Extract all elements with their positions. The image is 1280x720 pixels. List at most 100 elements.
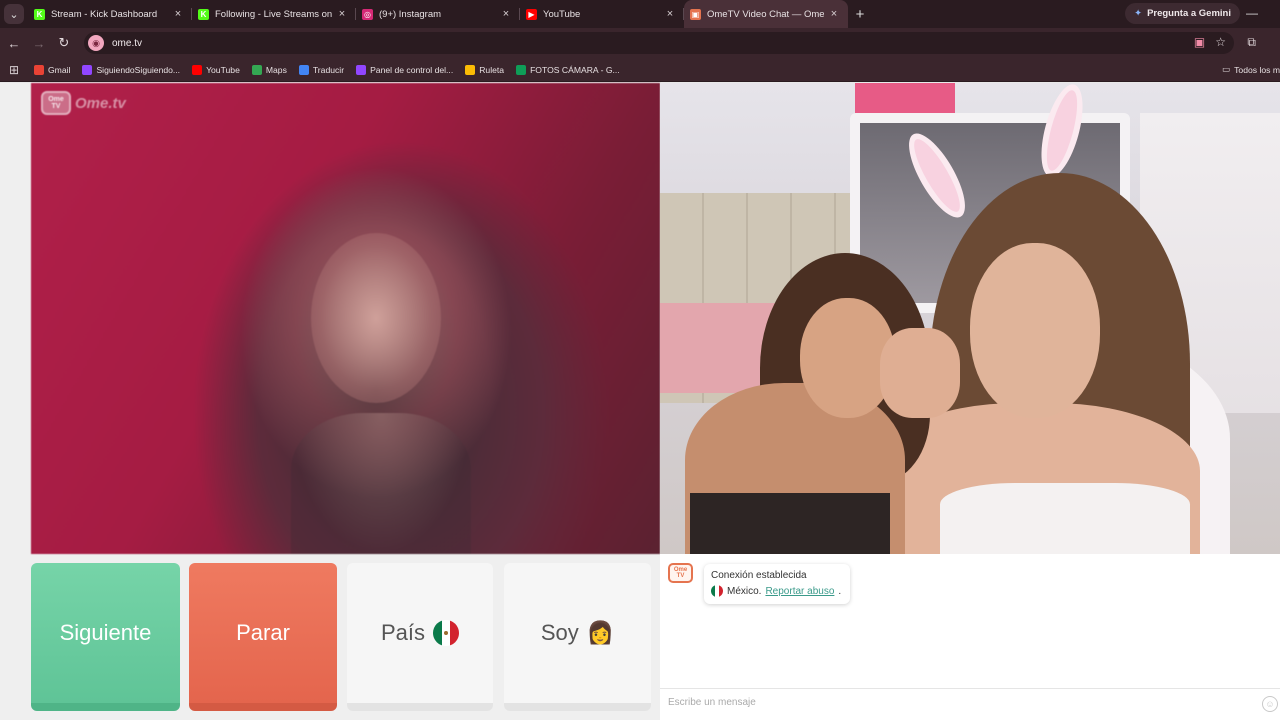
bookmark-item[interactable]: Gmail	[28, 64, 76, 75]
connection-message: Conexión establecida México. Reportar ab…	[704, 564, 850, 604]
room-sign	[855, 83, 955, 113]
back-icon[interactable]: ←	[3, 32, 25, 54]
tab-strip: ⌄ K Stream - Kick Dashboard × K Following - …	[0, 0, 1280, 28]
bookmark-label: Panel de control del...	[370, 64, 454, 75]
browser-tab[interactable]: ▣ OmeTV Video Chat — Omegle ×	[684, 0, 848, 28]
bookmark-favicon-icon	[192, 64, 203, 75]
ometv-icon: ▣	[690, 8, 701, 20]
tab-close-icon[interactable]: ×	[336, 8, 348, 20]
report-period: .	[838, 585, 842, 597]
country-filter-button[interactable]: País	[347, 563, 493, 711]
partner-country: México.	[727, 585, 762, 597]
gemini-label: Pregunta a Gemini	[1147, 8, 1231, 19]
stop-button[interactable]: Parar	[189, 563, 337, 711]
bookmark-item[interactable]: YouTube	[186, 64, 246, 75]
tab-title: Stream - Kick Dashboard	[51, 8, 158, 20]
forward-icon[interactable]: →	[28, 32, 50, 54]
apps-grid-icon[interactable]: ⊞	[0, 63, 28, 77]
bookmark-label: FOTOS CÁMARA - G...	[530, 64, 620, 75]
stop-button-label: Parar	[236, 620, 290, 645]
emoji-icon[interactable]: ☺	[1262, 696, 1278, 712]
cast-icon[interactable]: ▣	[1194, 35, 1205, 49]
video-blur-body	[291, 413, 471, 554]
ometv-logo: Ome TV Ome.tv	[41, 91, 126, 115]
all-bookmarks-label: Todos los m	[1234, 64, 1280, 75]
report-abuse-link[interactable]: Reportar abuso	[765, 586, 834, 597]
bookmarks-bar: ⊞ Gmail SiguiendoSiguiendo... YouTube Maps T…	[0, 58, 1280, 82]
kick-icon: K	[34, 8, 45, 20]
kick-icon: K	[198, 8, 209, 20]
browser-tab[interactable]: K Stream - Kick Dashboard ×	[28, 0, 192, 28]
chat-panel: Ome TV Conexión establecida México. Repor…	[660, 554, 1280, 720]
bookmark-label: YouTube	[206, 64, 240, 75]
bookmark-label: Traducir	[312, 64, 345, 75]
tab-title: Following - Live Streams on Kick	[215, 8, 332, 20]
extensions-icon[interactable]: ⧉	[1247, 35, 1256, 50]
tab-title: (9+) Instagram	[379, 8, 442, 20]
woman-icon: 👩	[586, 620, 615, 645]
tab-search-icon[interactable]: ⌄	[4, 4, 24, 24]
gemini-button[interactable]: ✦ Pregunta a Gemini	[1125, 3, 1240, 24]
mexico-flag-icon	[711, 585, 723, 597]
ometv-page: Ome TV Ome.tv Siguiente Parar País Soy 👩…	[0, 83, 1280, 720]
bookmark-item[interactable]: Ruleta	[459, 64, 510, 75]
gemini-icon: ✦	[1134, 8, 1143, 19]
bookmark-favicon-icon	[251, 64, 262, 75]
tab-close-icon[interactable]: ×	[664, 8, 676, 20]
bookmark-item[interactable]: Maps	[246, 64, 293, 75]
youtube-icon: ▶	[526, 8, 537, 20]
tab-close-icon[interactable]: ×	[828, 8, 840, 20]
minimize-icon[interactable]: —	[1246, 6, 1258, 20]
folder-icon: ▭	[1222, 64, 1231, 74]
bookmark-item[interactable]: Traducir	[293, 64, 350, 75]
browser-tab[interactable]: ▶ YouTube ×	[520, 0, 684, 28]
person-two-face	[970, 243, 1100, 418]
partner-camera-video	[660, 83, 1280, 554]
tab-close-icon[interactable]: ×	[172, 8, 184, 20]
mexico-flag-icon	[433, 620, 460, 646]
bookmark-favicon-icon	[516, 64, 527, 75]
ometv-logo-text: Ome.tv	[75, 94, 126, 112]
address-bar[interactable]: ◉ ome.tv ▣ ☆	[84, 32, 1234, 54]
tab-title: YouTube	[543, 8, 581, 20]
all-bookmarks-button[interactable]: ▭ Todos los m	[1222, 64, 1280, 75]
bookmark-favicon-icon	[465, 64, 476, 75]
bookmark-favicon-icon	[356, 64, 367, 75]
browser-tab[interactable]: K Following - Live Streams on Kick ×	[192, 0, 356, 28]
country-button-label: País	[380, 620, 426, 645]
new-tab-button[interactable]: +	[848, 6, 872, 23]
bookmark-label: Gmail	[48, 64, 71, 75]
bookmark-favicon-icon	[298, 64, 309, 75]
browser-toolbar: ← → ↻ ◉ ome.tv ▣ ☆ ⧉	[0, 28, 1280, 58]
gender-button-label: Soy	[540, 620, 579, 645]
bookmark-favicon-icon	[34, 64, 44, 75]
browser-tab[interactable]: ◎ (9+) Instagram ×	[356, 0, 520, 28]
bookmark-favicon-icon	[82, 64, 93, 75]
bookmark-label: Ruleta	[479, 64, 505, 75]
ometv-logo-icon: Ome TV	[41, 91, 71, 115]
ometv-chat-icon: Ome TV	[668, 563, 693, 583]
bookmark-item[interactable]: FOTOS CÁMARA - G...	[510, 64, 626, 75]
next-button-label: Siguiente	[59, 620, 152, 645]
bookmark-label: Maps	[265, 64, 287, 75]
bookmark-star-icon[interactable]: ☆	[1215, 35, 1226, 49]
bookmark-item[interactable]: Panel de control del...	[350, 64, 459, 75]
video-blur-face	[311, 233, 441, 403]
bookmark-label: SiguiendoSiguiendo...	[96, 64, 181, 75]
next-button[interactable]: Siguiente	[31, 563, 180, 711]
tab-title: OmeTV Video Chat — Omegle	[707, 8, 824, 20]
url-text[interactable]: ome.tv	[112, 38, 142, 49]
site-info-icon[interactable]: ◉	[88, 35, 104, 51]
person-two-top	[940, 483, 1190, 554]
reload-icon[interactable]: ↻	[53, 32, 75, 54]
self-camera-video: Ome TV Ome.tv	[31, 83, 660, 554]
person-one-top	[690, 493, 890, 554]
bookmark-item[interactable]: SiguiendoSiguiendo...	[76, 64, 186, 75]
person-two-hand	[880, 328, 960, 418]
message-input-placeholder: Escribe un mensaje	[668, 697, 756, 708]
gender-button[interactable]: Soy 👩	[504, 563, 651, 711]
message-input[interactable]: Escribe un mensaje ☺	[660, 688, 1280, 720]
tab-close-icon[interactable]: ×	[500, 8, 512, 20]
instagram-icon: ◎	[362, 8, 373, 20]
connection-status-text: Conexión establecida	[711, 570, 807, 581]
